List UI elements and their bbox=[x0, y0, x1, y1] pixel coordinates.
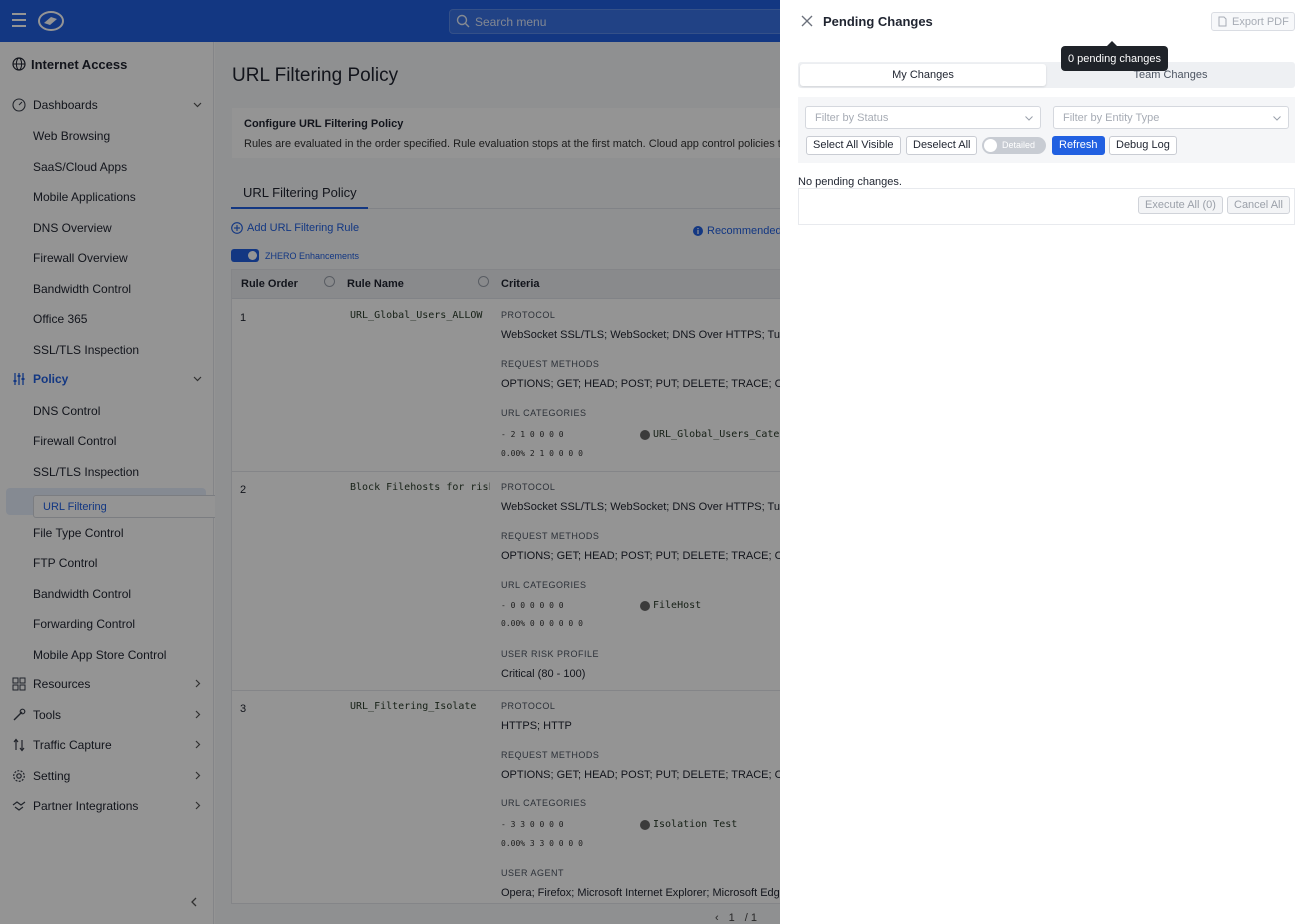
filter-panel: Filter by Status Filter by Entity Type S… bbox=[798, 97, 1295, 163]
filter-status-placeholder: Filter by Status bbox=[815, 112, 889, 124]
detailed-toggle[interactable]: Detailed bbox=[982, 137, 1046, 154]
filter-by-entity-type-select[interactable]: Filter by Entity Type bbox=[1053, 106, 1289, 129]
execute-all-button[interactable]: Execute All (0) bbox=[1138, 196, 1223, 214]
debug-log-button[interactable]: Debug Log bbox=[1109, 136, 1177, 155]
cancel-all-button[interactable]: Cancel All bbox=[1227, 196, 1290, 214]
filter-entity-placeholder: Filter by Entity Type bbox=[1063, 112, 1160, 124]
toggle-knob bbox=[984, 139, 997, 152]
detailed-label: Detailed bbox=[1002, 140, 1036, 150]
chevron-down-icon bbox=[1025, 116, 1033, 121]
drawer-title: Pending Changes bbox=[823, 14, 933, 29]
deselect-all-button[interactable]: Deselect All bbox=[906, 136, 978, 155]
export-pdf-button[interactable]: Export PDF bbox=[1211, 12, 1295, 31]
pending-changes-drawer: Pending Changes Export PDF My Changes Te… bbox=[780, 0, 1295, 924]
chevron-down-icon bbox=[1273, 116, 1281, 121]
drawer-footer: Execute All (0) Cancel All bbox=[798, 189, 1295, 225]
pending-count-tooltip: 0 pending changes bbox=[1061, 41, 1168, 71]
close-icon[interactable] bbox=[801, 15, 813, 27]
tab-my-changes[interactable]: My Changes bbox=[800, 64, 1046, 86]
refresh-button[interactable]: Refresh bbox=[1052, 136, 1105, 155]
changes-segmented-control: My Changes Team Changes bbox=[798, 62, 1295, 88]
export-label: Export PDF bbox=[1232, 15, 1289, 28]
modal-overlay[interactable] bbox=[0, 0, 780, 924]
document-icon bbox=[1218, 16, 1227, 27]
select-all-visible-button[interactable]: Select All Visible bbox=[806, 136, 901, 155]
empty-state-message: No pending changes. bbox=[798, 176, 902, 188]
filter-by-status-select[interactable]: Filter by Status bbox=[805, 106, 1041, 129]
